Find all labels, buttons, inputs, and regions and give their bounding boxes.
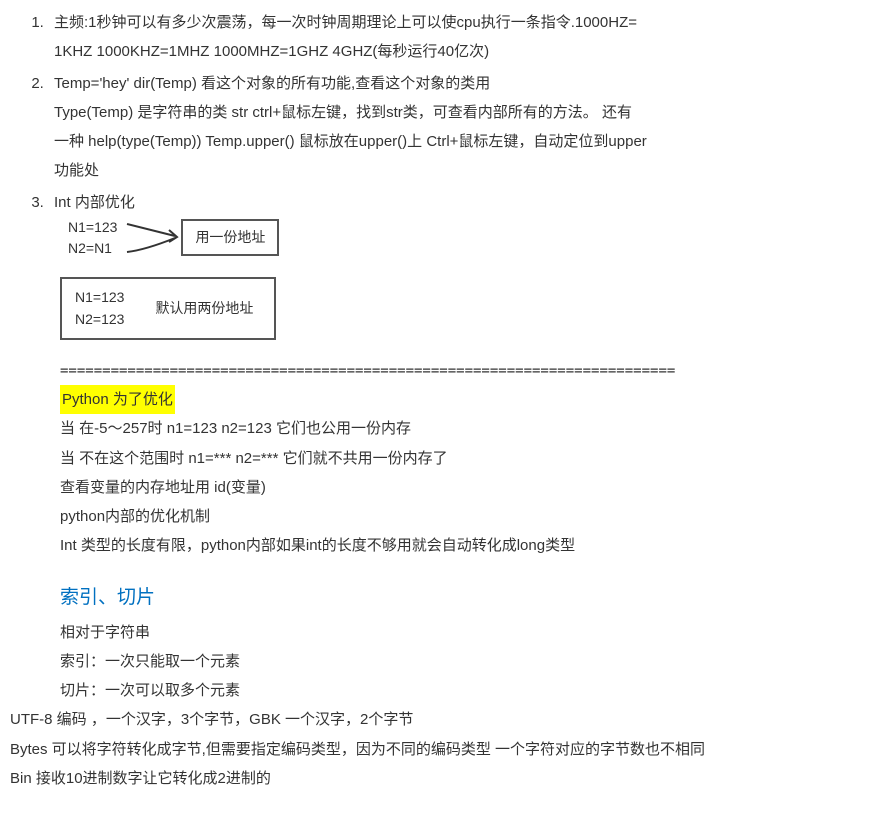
diagram-1: N1=123 N2=N1 用一份地址	[10, 213, 872, 263]
item2-line1: Temp='hey' dir(Temp) 看这个对象的所有功能,查看这个对象的类…	[54, 75, 490, 92]
item2-line4: 功能处	[54, 162, 99, 179]
arrow-icon	[125, 216, 181, 260]
opt-line4: python内部的优化机制	[60, 502, 872, 531]
item1-line1: 主频:1秒钟可以有多少次震荡，每一次时钟周期理论上可以使cpu执行一条指令.10…	[54, 14, 637, 31]
box1-code: N1=123 N2=N1	[60, 213, 125, 263]
list-item-2: Temp='hey' dir(Temp) 看这个对象的所有功能,查看这个对象的类…	[48, 69, 872, 186]
opt-line1: 当 在-5～257时 n1=123 n2=123 它们也公用一份内存	[60, 414, 872, 443]
opt-line3: 查看变量的内存地址用 id(变量)	[60, 473, 872, 502]
box1-code1: N1=123	[68, 217, 117, 238]
ordered-list: 主频:1秒钟可以有多少次震荡，每一次时钟周期理论上可以使cpu执行一条指令.10…	[10, 8, 872, 217]
item2-line2: Type(Temp) 是字符串的类 str ctrl+鼠标左键，找到str类，可…	[54, 104, 632, 121]
tail-line3: Bin 接收10进制数字让它转化成2进制的	[10, 764, 872, 793]
optimization-section: Python 为了优化 当 在-5～257时 n1=123 n2=123 它们也…	[10, 385, 872, 561]
box2-code2: N2=123	[75, 308, 124, 330]
list-item-1: 主频:1秒钟可以有多少次震荡，每一次时钟周期理论上可以使cpu执行一条指令.10…	[48, 8, 872, 67]
diagram-2: N1=123 N2=123 默认用两份地址	[10, 277, 872, 350]
slice-line1: 相对于字符串	[60, 618, 872, 647]
item3-title: Int 内部优化	[54, 194, 135, 211]
box1-label: 用一份地址	[181, 219, 279, 256]
slice-line3: 切片：一次可以取多个元素	[60, 676, 872, 705]
box1-code2: N2=N1	[68, 238, 117, 259]
box2-code1: N1=123	[75, 286, 124, 308]
item2-line3: 一种 help(type(Temp)) Temp.upper() 鼠标放在upp…	[54, 133, 647, 150]
opt-title: Python 为了优化	[60, 385, 175, 414]
section-heading: 索引、切片	[10, 579, 872, 616]
opt-line2: 当 不在这个范围时 n1=*** n2=*** 它们就不共用一份内存了	[60, 444, 872, 473]
slice-section: 相对于字符串 索引：一次只能取一个元素 切片：一次可以取多个元素	[10, 618, 872, 706]
slice-line2: 索引：一次只能取一个元素	[60, 647, 872, 676]
tail-line1: UTF-8 编码 ，一个汉字，3个字节，GBK 一个汉字，2个字节	[10, 705, 872, 734]
opt-line5: Int 类型的长度有限，python内部如果int的长度不够用就会自动转化成lo…	[60, 531, 872, 560]
box2-label: 默认用两份地址	[154, 285, 254, 332]
divider-line: ========================================…	[10, 358, 872, 385]
tail-line2: Bytes 可以将字符转化成字节,但需要指定编码类型，因为不同的编码类型 一个字…	[10, 735, 872, 764]
tail-section: UTF-8 编码 ，一个汉字，3个字节，GBK 一个汉字，2个字节 Bytes …	[10, 705, 872, 793]
item1-line2: 1KHZ 1000KHZ=1MHZ 1000MHZ=1GHZ 4GHZ(每秒运行…	[54, 43, 489, 60]
